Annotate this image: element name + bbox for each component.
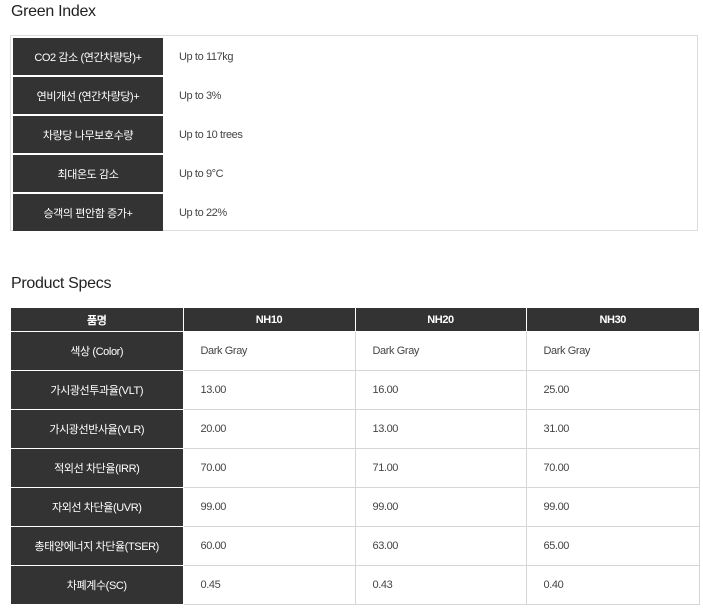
green-index-row: CO2 감소 (연간차량당)+ Up to 117kg	[13, 38, 697, 75]
table-header-row: 품명 NH10 NH20 NH30	[11, 308, 699, 332]
cell-value: 31.00	[525, 409, 700, 449]
column-header-nh10: NH10	[182, 308, 356, 332]
cell-value: 63.00	[354, 526, 527, 566]
cell-value: Dark Gray	[525, 331, 700, 371]
table-row: 총태양에너지 차단율(TSER) 60.00 63.00 65.00	[11, 526, 700, 566]
cell-value: 99.00	[525, 487, 700, 527]
product-specs-title: Product Specs	[11, 275, 112, 292]
cell-value: 99.00	[354, 487, 527, 527]
cell-value: 60.00	[182, 526, 356, 566]
cell-value: 0.45	[182, 565, 356, 605]
row-label: 총태양에너지 차단율(TSER)	[11, 526, 184, 566]
cell-value: 65.00	[525, 526, 700, 566]
green-index-value: Up to 3%	[179, 89, 222, 102]
green-index-value: Up to 9°C	[179, 167, 224, 180]
green-index-label: 차량당 나무보호수량	[13, 116, 163, 153]
table-row: 적외선 차단율(IRR) 70.00 71.00 70.00	[11, 448, 700, 488]
green-index-value: Up to 10 trees	[179, 128, 243, 141]
cell-value: 99.00	[182, 487, 356, 527]
table-row: 자외선 차단율(UVR) 99.00 99.00 99.00	[11, 487, 700, 527]
green-index-value: Up to 22%	[179, 206, 227, 219]
green-index-table: CO2 감소 (연간차량당)+ Up to 117kg 연비개선 (연간차량당)…	[10, 35, 698, 231]
column-header-name: 품명	[11, 308, 184, 332]
cell-value: 13.00	[354, 409, 527, 449]
cell-value: 70.00	[182, 448, 356, 488]
product-specs-table: 품명 NH10 NH20 NH30 색상 (Color) Dark Gray D…	[11, 308, 700, 605]
column-header-nh30: NH30	[525, 308, 699, 332]
cell-value: 71.00	[354, 448, 527, 488]
green-index-row: 승객의 편안함 증가+ Up to 22%	[13, 194, 697, 231]
green-index-label: 최대온도 감소	[13, 155, 163, 192]
green-index-label: 승객의 편안함 증가+	[13, 194, 163, 231]
green-index-row: 최대온도 감소 Up to 9°C	[13, 155, 697, 192]
cell-value: 0.43	[354, 565, 527, 605]
table-row: 가시광선반사율(VLR) 20.00 13.00 31.00	[11, 409, 700, 449]
row-label: 가시광선반사율(VLR)	[11, 409, 184, 449]
cell-value: Dark Gray	[182, 331, 356, 371]
cell-value: 0.40	[525, 565, 700, 605]
column-header-nh20: NH20	[354, 308, 527, 332]
green-index-row: 연비개선 (연간차량당)+ Up to 3%	[13, 77, 697, 114]
green-index-title: Green Index	[11, 3, 96, 20]
cell-value: 25.00	[525, 370, 700, 410]
row-label: 적외선 차단율(IRR)	[11, 448, 184, 488]
table-row: 차폐계수(SC) 0.45 0.43 0.40	[11, 565, 700, 605]
cell-value: 13.00	[182, 370, 356, 410]
row-label: 차폐계수(SC)	[11, 565, 184, 605]
green-index-row: 차량당 나무보호수량 Up to 10 trees	[13, 116, 697, 153]
cell-value: 16.00	[354, 370, 527, 410]
green-index-label: 연비개선 (연간차량당)+	[13, 77, 163, 114]
green-index-label: CO2 감소 (연간차량당)+	[13, 38, 163, 75]
row-label: 자외선 차단율(UVR)	[11, 487, 184, 527]
cell-value: 70.00	[525, 448, 700, 488]
cell-value: Dark Gray	[354, 331, 527, 371]
table-row: 색상 (Color) Dark Gray Dark Gray Dark Gray	[11, 331, 700, 371]
table-row: 가시광선투과율(VLT) 13.00 16.00 25.00	[11, 370, 700, 410]
cell-value: 20.00	[182, 409, 356, 449]
green-index-value: Up to 117kg	[179, 50, 234, 63]
row-label: 가시광선투과율(VLT)	[11, 370, 184, 410]
row-label: 색상 (Color)	[11, 331, 184, 371]
